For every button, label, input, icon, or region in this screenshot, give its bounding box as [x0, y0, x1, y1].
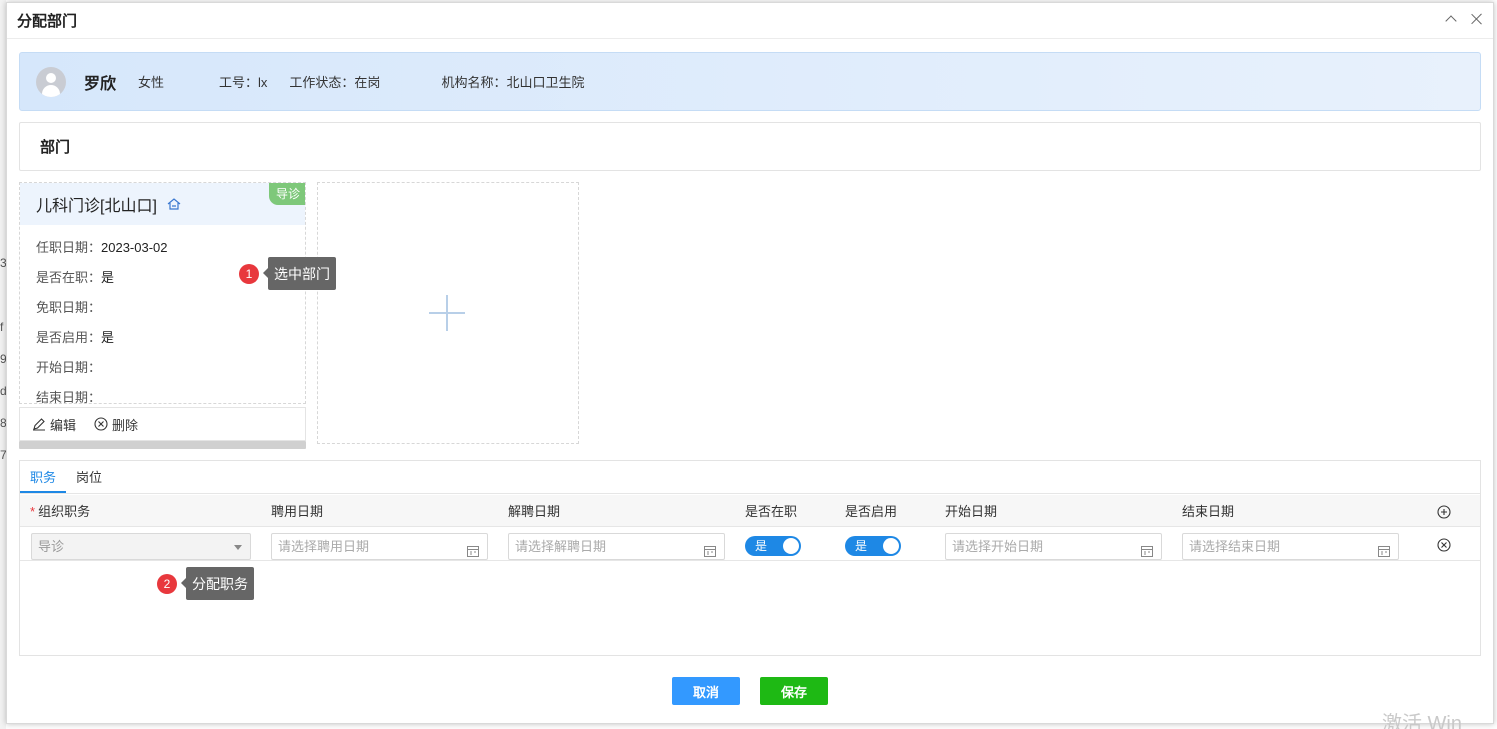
- guide-tooltip-select-department: 1 选中部门: [239, 257, 336, 290]
- delete-button[interactable]: 删除: [94, 415, 138, 434]
- start-date-picker[interactable]: 请选择开始日期: [945, 533, 1162, 560]
- step-number-badge: 1: [239, 263, 259, 284]
- add-row-icon[interactable]: [1437, 505, 1451, 519]
- user-info-banner: 罗欣 女性 工号：lx 工作状态：在岗 机构名称：北山口卫生院: [19, 52, 1481, 111]
- card-row-enabled: 是否启用：是: [36, 330, 115, 345]
- tooltip-text: 选中部门: [263, 257, 336, 290]
- column-header-end-date: 结束日期: [1182, 504, 1235, 519]
- tab-positions[interactable]: 职务: [20, 460, 67, 493]
- close-icon[interactable]: [1471, 13, 1483, 25]
- dialog-header: 分配部门: [7, 3, 1493, 39]
- organization-name: 机构名称：北山口卫生院: [441, 75, 585, 90]
- department-section-header: 部门: [19, 122, 1481, 171]
- calendar-icon: [704, 540, 716, 557]
- tab-posts[interactable]: 岗位: [66, 460, 112, 493]
- calendar-icon: [1378, 540, 1390, 557]
- tooltip-text: 分配职务: [181, 567, 254, 600]
- cancel-button[interactable]: 取消: [672, 677, 740, 705]
- grid-header: * 组织职务 聘用日期 解聘日期 是否在职 是否启用 开始日期 结束日期: [20, 495, 1480, 527]
- employee-number: 工号：lx: [219, 75, 268, 90]
- org-position-select[interactable]: 导诊: [31, 533, 251, 560]
- department-card-actions: 编辑 删除: [19, 407, 306, 441]
- edit-button[interactable]: 编辑: [32, 415, 76, 434]
- department-card-header: 儿科门诊[北山口] 导诊: [20, 183, 305, 225]
- department-card[interactable]: 儿科门诊[北山口] 导诊 任职日期：2023-03-02 是否在职：是 免职日期…: [19, 182, 306, 405]
- plus-icon: [429, 295, 465, 331]
- dialog-title: 分配部门: [17, 13, 78, 30]
- section-title: 部门: [40, 139, 71, 156]
- pencil-icon: [32, 417, 46, 431]
- edit-label: 编辑: [50, 417, 77, 433]
- circle-x-icon: [94, 417, 108, 431]
- card-row-start-date: 开始日期：: [36, 360, 102, 375]
- work-status: 工作状态：在岗: [289, 75, 381, 90]
- table-row: 导诊 请选择聘用日期 请选择解聘日期 是 是 请选择开始日期 请选择结束日期: [20, 528, 1480, 561]
- step-number-badge: 2: [157, 573, 177, 594]
- save-button[interactable]: 保存: [760, 677, 828, 705]
- user-name: 罗欣: [84, 75, 117, 93]
- avatar: [36, 66, 66, 97]
- home-icon: [167, 198, 181, 210]
- delete-row-icon[interactable]: [1437, 538, 1451, 552]
- position-badge: 导诊: [268, 183, 305, 205]
- horizontal-scrollbar[interactable]: [19, 441, 306, 449]
- column-header-hire-date: 聘用日期: [271, 504, 324, 519]
- enabled-toggle[interactable]: 是: [845, 536, 901, 556]
- column-header-start-date: 开始日期: [945, 504, 998, 519]
- column-header-on-duty: 是否在职: [745, 504, 798, 519]
- user-gender: 女性: [138, 75, 165, 90]
- chevron-down-icon: [234, 545, 242, 550]
- hire-date-picker[interactable]: 请选择聘用日期: [271, 533, 488, 560]
- collapse-icon[interactable]: [1445, 13, 1457, 25]
- delete-label: 删除: [112, 417, 139, 433]
- end-date-picker[interactable]: 请选择结束日期: [1182, 533, 1399, 560]
- assignment-tab-panel: 职务 岗位 * 组织职务 聘用日期 解聘日期 是否在职 是否启用 开始日期 结束日…: [19, 460, 1481, 656]
- card-row-dismissal-date: 免职日期：: [36, 300, 102, 315]
- column-header-dismiss-date: 解聘日期: [508, 504, 561, 519]
- column-header-org-position: * 组织职务: [30, 504, 91, 519]
- guide-tooltip-assign-position: 2 分配职务: [157, 567, 254, 600]
- department-name: 儿科门诊[北山口]: [36, 198, 157, 215]
- on-duty-toggle[interactable]: 是: [745, 536, 801, 556]
- dismiss-date-picker[interactable]: 请选择解聘日期: [508, 533, 725, 560]
- add-department-card[interactable]: [317, 182, 579, 444]
- assign-department-dialog: 分配部门 罗欣 女性 工号：lx 工作状态：在岗 机构名称：北山口卫生院 部门 …: [6, 2, 1494, 724]
- column-header-enabled: 是否启用: [845, 504, 898, 519]
- tab-bar: 职务 岗位: [20, 461, 1480, 494]
- activation-watermark: 激活 Win: [1382, 713, 1462, 729]
- calendar-icon: [467, 540, 479, 557]
- calendar-icon: [1141, 540, 1153, 557]
